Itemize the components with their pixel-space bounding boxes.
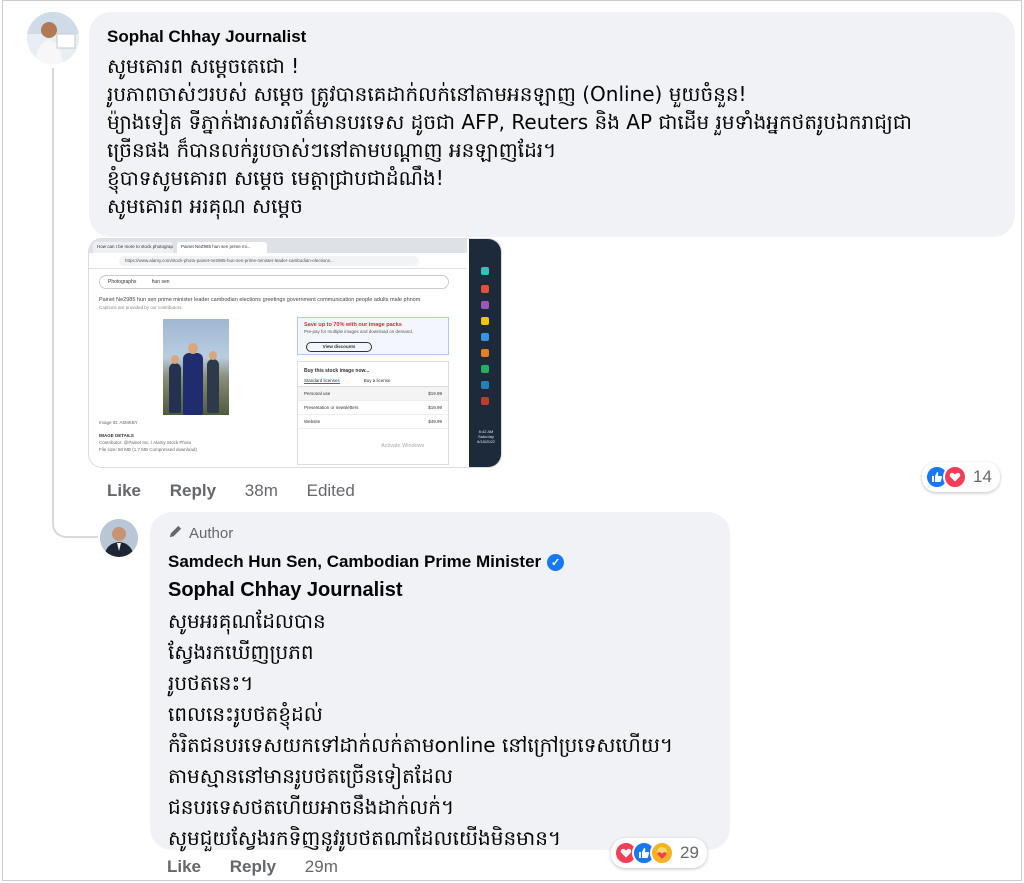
- promo-title: Save up to 70% with our image packs: [304, 322, 402, 328]
- mention-tag[interactable]: Sophal Chhay Journalist: [168, 574, 712, 606]
- license-option: Personal use $19.99: [298, 387, 448, 401]
- contributor: @Painet Inc. / Alamy Stock Photo: [123, 440, 192, 445]
- license-option: Website $49.99: [298, 415, 448, 429]
- comment-text-line: ស្វែងរកឃើញប្រភព: [168, 640, 314, 664]
- avatar[interactable]: [100, 519, 138, 557]
- comment-text-line: ច្រើនផង ក៏បានលក់រូបចាស់ៗនៅតាមបណ្ដាញ អនឡា…: [107, 138, 557, 162]
- license-option: Presentation or newsletters $19.99: [298, 401, 448, 415]
- browser-tab: Painet NeZ985 hun sen prime mi...: [177, 242, 267, 253]
- reaction-count: 14: [973, 467, 992, 486]
- reply-bubble: Author Samdech Hun Sen, Cambodian Prime …: [150, 512, 730, 850]
- details-header: IMAGE DETAILS: [99, 433, 134, 438]
- file-size: 50 MB (1.7 MB Compressed download): [118, 447, 197, 452]
- comment-text-line: រូបភាពចាស់ៗរបស់ សម្ដេច ត្រូវបានគេដាក់លក់…: [107, 82, 747, 106]
- pen-icon: [168, 524, 183, 543]
- browser-tab: How can I be more to stock photograph...: [93, 242, 173, 253]
- license-tab: Standard licenses: [304, 378, 340, 384]
- reaction-summary[interactable]: 29: [611, 838, 707, 868]
- verified-badge-icon: ✓: [547, 553, 565, 571]
- reaction-count: 29: [680, 843, 699, 862]
- browser-address-bar: https://www.alamy.com/stock-photo-painet…: [89, 253, 467, 269]
- buy-title: Buy this stock image now...: [304, 368, 370, 374]
- taskbar: 8:42 AM Saturday 6/18/2022: [469, 239, 501, 467]
- view-discounts-button: View discounts: [306, 342, 372, 352]
- comment-text-line: សូមគោរព សម្ដេចតេជោ !: [107, 54, 300, 78]
- reply-button[interactable]: Reply: [230, 857, 276, 876]
- image-id: Image ID: A5MKBY: [99, 420, 138, 425]
- image-title: Painet Ne2985 hun sen prime minister lea…: [99, 297, 421, 303]
- reply-actions: Like Reply 29m: [167, 857, 362, 877]
- comment-author[interactable]: Sophal Chhay Journalist: [107, 26, 997, 48]
- comment-text-line: កំរិតជនបរទេសយកទៅដាក់លក់តាមonline នៅក្រៅប…: [168, 733, 674, 757]
- promo-subtitle: Pre-pay for multiple images and download…: [304, 329, 414, 334]
- windows-watermark: Activate Windows: [381, 443, 425, 449]
- reaction-summary[interactable]: 14: [922, 462, 1000, 492]
- promo-box: Save up to 70% with our image packs Pre-…: [297, 317, 449, 355]
- comment-text-line: តាមស្មាននៅមានរូបថតច្រើនទៀតដែល: [168, 764, 453, 788]
- author-tag: Author: [168, 522, 712, 544]
- comment-text-line: ជនបរទេសថតហើយអាចនឹងដាក់លក់។: [168, 795, 455, 819]
- stock-photo: [163, 319, 229, 415]
- comment-timestamp[interactable]: 29m: [305, 857, 338, 876]
- search-query: hun sen: [151, 279, 170, 285]
- reply-button[interactable]: Reply: [170, 481, 216, 500]
- search-scope: Photographs: [108, 279, 137, 285]
- comment-actions: Like Reply 38m Edited: [107, 481, 379, 501]
- care-icon: [650, 841, 674, 865]
- edited-label: Edited: [306, 481, 355, 500]
- comment-bubble: Sophal Chhay Journalist សូមគោរព សម្ដេចតេ…: [89, 12, 1015, 237]
- comment-author[interactable]: Samdech Hun Sen, Cambodian Prime Ministe…: [168, 552, 541, 572]
- comment-image-attachment[interactable]: How can I be more to stock photograph...…: [88, 238, 502, 468]
- like-button[interactable]: Like: [107, 481, 141, 500]
- love-icon: [943, 465, 967, 489]
- url-field: https://www.alamy.com/stock-photo-painet…: [119, 256, 419, 266]
- avatar[interactable]: [27, 12, 79, 64]
- comment-text-line: ពេលនេះរូបថតខ្ញុំដល់: [168, 702, 323, 726]
- image-details: Image ID: A5MKBY IMAGE DETAILS Contribut…: [99, 420, 197, 452]
- license-tab: Buy a license: [363, 378, 391, 383]
- comment-timestamp[interactable]: 38m: [245, 481, 278, 500]
- like-button[interactable]: Like: [167, 857, 201, 876]
- comment-text-line: សូមអរគុណដែលបាន: [168, 609, 326, 633]
- comment-text-line: ម៉្យាងទៀត ទីភ្នាក់ងារសារព័ត៌មានបរទេស ដូច…: [107, 110, 912, 134]
- image-caption: Captions are provided by our contributor…: [99, 305, 183, 310]
- buy-box: Buy this stock image now... Standard lic…: [297, 361, 449, 465]
- browser-tab-bar: How can I be more to stock photograph...…: [89, 239, 467, 253]
- author-label: Author: [189, 524, 234, 542]
- stock-search-bar: Photographs hun sen: [99, 275, 449, 289]
- comment-text-line: ខ្ញុំបាទសូមគោរព សម្ដេច មេត្តាជ្រាបជាដំណឹ…: [107, 166, 444, 190]
- comment-text-line: រូបថតនេះ។: [168, 671, 254, 695]
- comment-text-line: សូមគោរព អរគុណ សម្ដេច: [107, 194, 303, 218]
- taskbar-clock: 8:42 AM Saturday 6/18/2022: [477, 429, 495, 444]
